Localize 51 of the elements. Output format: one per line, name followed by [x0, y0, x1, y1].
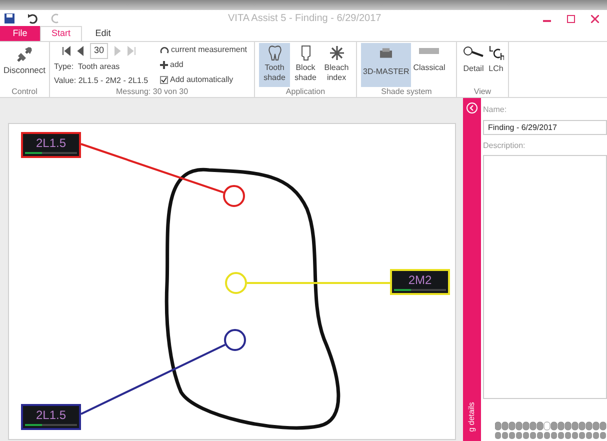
ribbon-tab[interactable]: Edit [82, 26, 124, 41]
group-label: Control [10, 87, 38, 97]
add-automatically-checkbox[interactable]: Add automatically [160, 74, 234, 86]
lch-icon [488, 45, 504, 60]
measurement-point[interactable] [223, 185, 245, 207]
close-icon[interactable] [591, 14, 599, 22]
window-title: VITA Assist 5 - Finding - 6/29/2017 [228, 12, 382, 26]
nav-first-button[interactable] [62, 46, 71, 56]
application-button[interactable]: Tooth shade [259, 43, 290, 87]
current-measurement-button[interactable]: current measurement [160, 44, 248, 56]
nav-prev-button[interactable] [76, 46, 85, 56]
group-label: Shade system [380, 87, 433, 97]
view-button[interactable]: LCh [486, 43, 506, 87]
details-tab[interactable]: g details [466, 394, 478, 440]
name-field[interactable]: Finding - 6/29/2017 [483, 120, 607, 135]
application-button[interactable]: Bleach index [321, 43, 352, 87]
shade-guide-icon [380, 48, 392, 58]
save-icon[interactable] [4, 13, 15, 24]
description-field[interactable] [483, 155, 607, 399]
application-button[interactable]: Block shade [290, 43, 321, 87]
refresh-icon [160, 46, 169, 54]
magnifier-icon [463, 45, 484, 60]
bleach-icon [328, 45, 344, 61]
type-text: Type: Tooth areas [54, 60, 121, 72]
teeth-diagram-drawing[interactable] [495, 421, 607, 441]
shade-system-button[interactable]: 3D-MASTER [361, 43, 412, 87]
plus-icon [160, 61, 168, 69]
add-button[interactable]: add [160, 59, 184, 71]
measurement-point[interactable] [224, 329, 246, 351]
maximize-icon[interactable] [567, 14, 575, 22]
shade-guide-icon [419, 48, 440, 54]
collapse-icon[interactable] [466, 102, 478, 114]
ribbon-tab[interactable]: Start [40, 26, 82, 41]
value-text: Value: 2L1.5 - 2M2 - 2L1.5 [54, 74, 150, 86]
unplug-icon [16, 45, 34, 63]
shade-label[interactable]: 2L1.5 [21, 132, 81, 158]
description-label: Description: [483, 140, 526, 152]
undo-icon[interactable] [27, 13, 38, 24]
group-label: Messung: 30 von 30 [114, 87, 190, 97]
ribbon-tab[interactable]: File [0, 26, 40, 41]
shade-label[interactable]: 2M2 [390, 269, 450, 295]
name-label: Name: [483, 104, 508, 116]
disconnect-button[interactable]: Disconnect [4, 43, 45, 87]
shade-system-button[interactable]: Classical [411, 43, 448, 87]
view-button[interactable]: Detail [461, 43, 486, 87]
checkbox-icon[interactable] [160, 76, 168, 84]
group-label: View [472, 87, 492, 97]
measurement-number-field[interactable]: 30 [90, 43, 108, 58]
group-label: Application [284, 87, 326, 97]
tooth-icon [266, 45, 282, 61]
shade-label[interactable]: 2L1.5 [21, 404, 81, 430]
